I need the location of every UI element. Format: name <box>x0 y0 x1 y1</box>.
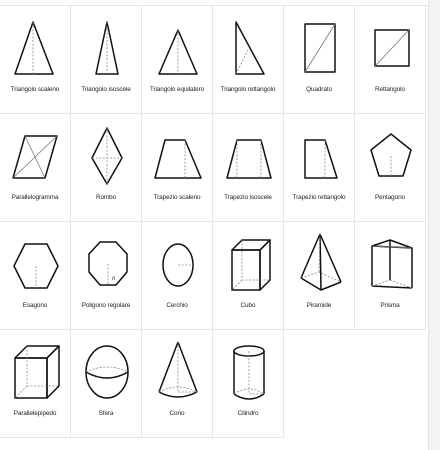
shape-label: Pentagono <box>374 194 406 201</box>
equilateral-triangle-icon <box>158 29 198 75</box>
shape-label: Quadrato <box>306 86 332 93</box>
shape-label: Trapezio isoscele <box>224 194 272 201</box>
shape-tile-circle[interactable]: Cerchio <box>142 222 213 330</box>
shape-tile-sphere[interactable]: Sfera <box>71 330 142 438</box>
shape-label: Triangolo rettangolo <box>220 86 276 93</box>
shape-tile-scalene-triangle[interactable]: Triangolo scaleno <box>0 6 71 114</box>
empty-cell <box>284 330 355 438</box>
shape-label: Piramide <box>306 302 332 309</box>
shape-label: Rettangolo <box>375 86 405 93</box>
rhombus-icon <box>91 127 123 185</box>
shape-tile-right-trapezoid[interactable]: Trapezio rettangolo <box>284 114 355 222</box>
shape-tile-cube[interactable]: Cubo <box>213 222 284 330</box>
shape-tile-isosceles-triangle[interactable]: Triangolo isoscele <box>71 6 142 114</box>
parallelogram-icon <box>12 135 58 179</box>
shape-tile-parallelogram[interactable]: Parallelogramma <box>0 114 71 222</box>
hexagon-icon <box>13 243 59 289</box>
shape-label: Esagono <box>22 302 48 309</box>
vertical-scrollbar[interactable] <box>428 0 440 450</box>
regular-polygon-icon: n <box>88 241 128 286</box>
prism-icon <box>371 239 413 289</box>
shape-tile-right-triangle[interactable]: Triangolo rettangolo <box>213 6 284 114</box>
shape-label: Cilindro <box>237 410 259 417</box>
shape-label: Parallelepipedo <box>13 410 57 417</box>
pentagon-icon <box>370 133 412 177</box>
shape-tile-hexagon[interactable]: Esagono <box>0 222 71 330</box>
shape-tile-rhombus[interactable]: Rombo <box>71 114 142 222</box>
shape-tile-square[interactable]: Quadrato <box>284 6 355 114</box>
shape-label: Triangolo equilatero <box>149 86 205 93</box>
right-triangle-icon <box>235 21 265 75</box>
shape-label: Rombo <box>95 194 117 201</box>
shape-tile-pentagon[interactable]: Pentagono <box>355 114 426 222</box>
shape-tile-regular-polygon[interactable]: n Poligono regolare <box>71 222 142 330</box>
shape-label: Trapezio scaleno <box>153 194 201 201</box>
scalene-triangle-icon <box>14 21 54 75</box>
rectangle-icon <box>374 29 410 67</box>
shape-grid: Triangolo scaleno Triangolo isoscele Tri… <box>0 5 430 438</box>
shape-label: Cono <box>169 410 185 417</box>
circle-icon <box>162 243 194 287</box>
empty-cell <box>355 330 426 438</box>
shape-label: Prisma <box>380 302 400 309</box>
pyramid-icon <box>300 233 342 291</box>
sphere-icon <box>85 345 129 399</box>
shape-tile-equilateral-triangle[interactable]: Triangolo equilatero <box>142 6 213 114</box>
shape-tile-scalene-trapezoid[interactable]: Trapezio scaleno <box>142 114 213 222</box>
shape-label: Trapezio rettangolo <box>292 194 346 201</box>
polygon-n-glyph: n <box>112 274 116 282</box>
shape-tile-isosceles-trapezoid[interactable]: Trapezio isoscele <box>213 114 284 222</box>
cuboid-icon <box>14 345 60 399</box>
shape-tile-prism[interactable]: Prisma <box>355 222 426 330</box>
square-icon <box>304 23 336 73</box>
isosceles-triangle-icon <box>95 21 119 75</box>
shape-label: Triangolo scaleno <box>10 86 60 93</box>
right-trapezoid-icon <box>304 139 338 179</box>
cone-icon <box>158 341 198 398</box>
shape-label: Parallelogramma <box>11 194 59 201</box>
shape-label: Cubo <box>240 302 256 309</box>
shape-tile-cuboid[interactable]: Parallelepipedo <box>0 330 71 438</box>
cube-icon <box>231 239 271 291</box>
scalene-trapezoid-icon <box>154 139 202 179</box>
shape-tile-pyramid[interactable]: Piramide <box>284 222 355 330</box>
shape-tile-cone[interactable]: Cono <box>142 330 213 438</box>
shape-label: Triangolo isoscele <box>81 86 131 93</box>
isosceles-trapezoid-icon <box>226 139 272 179</box>
shape-label: Cerchio <box>166 302 188 309</box>
shape-label: Sfera <box>98 410 114 417</box>
shape-label: Poligono regolare <box>81 302 131 309</box>
shape-tile-cylinder[interactable]: Cilindro <box>213 330 284 438</box>
cylinder-icon <box>233 345 265 400</box>
shape-tile-rectangle[interactable]: Rettangolo <box>355 6 426 114</box>
